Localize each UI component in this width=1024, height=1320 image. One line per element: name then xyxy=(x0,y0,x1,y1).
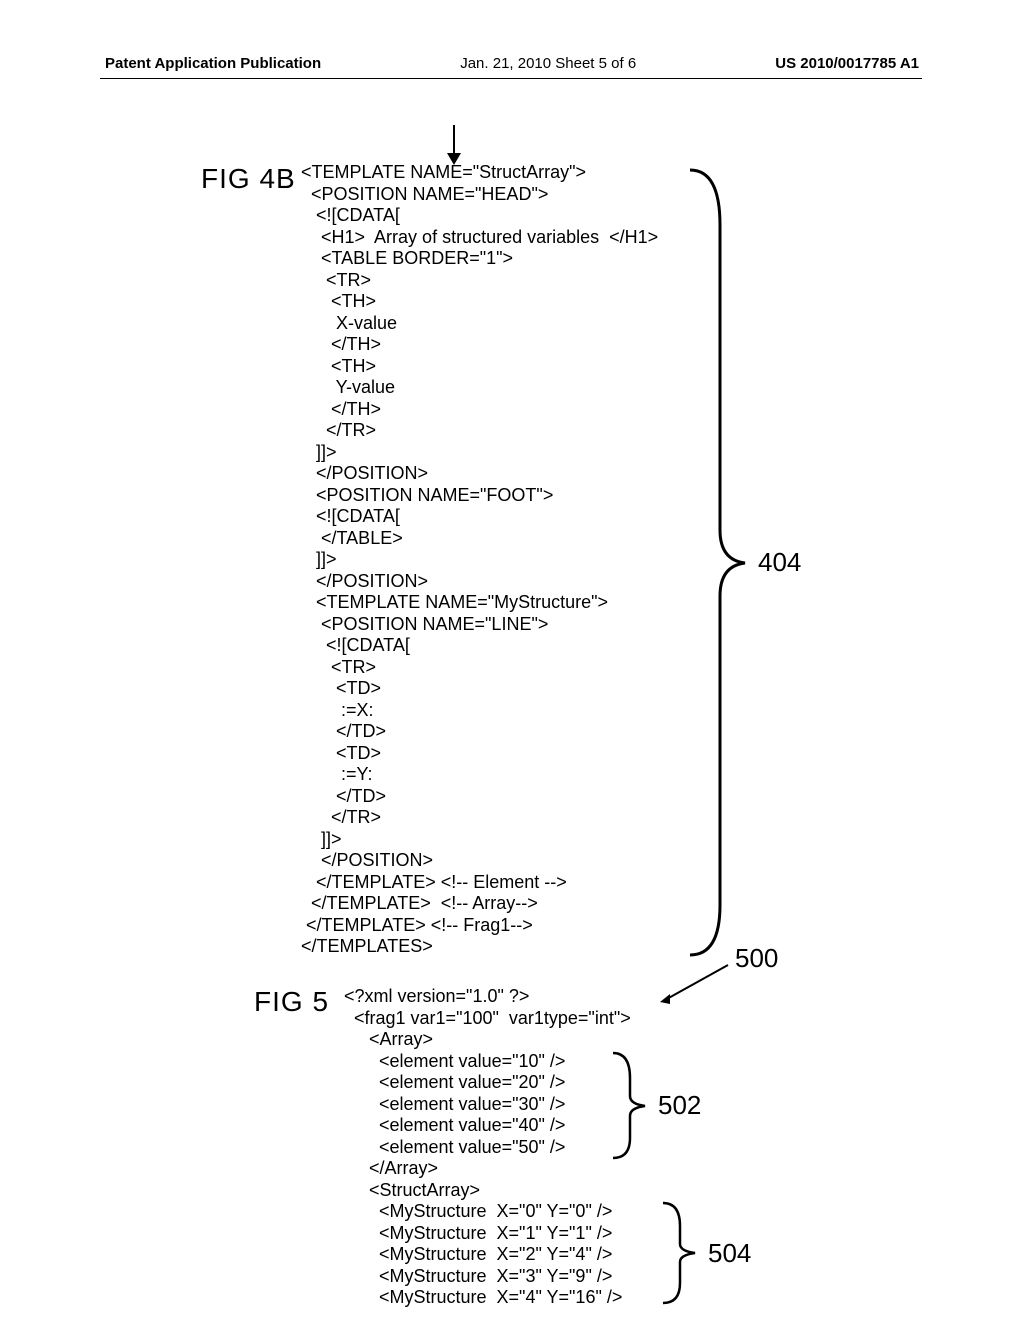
continuation-arrow-icon xyxy=(447,125,461,165)
figure-5-code: <?xml version="1.0" ?> <frag1 var1="100"… xyxy=(344,986,631,1309)
figure-4b-code: <TEMPLATE NAME="StructArray"> <POSITION … xyxy=(301,162,658,958)
header-left: Patent Application Publication xyxy=(0,55,321,72)
header-rule xyxy=(100,78,922,79)
callout-502: 502 xyxy=(658,1090,701,1121)
header-right: US 2010/0017785 A1 xyxy=(775,55,1024,72)
brace-502-icon xyxy=(605,1048,650,1163)
figure-4b-label: FIG 4B xyxy=(201,163,296,195)
callout-500-line-icon xyxy=(660,960,740,1005)
callout-500: 500 xyxy=(735,943,778,974)
brace-504-icon xyxy=(655,1198,700,1308)
brace-404-icon xyxy=(680,165,750,960)
callout-404: 404 xyxy=(758,547,801,578)
figure-5-label: FIG 5 xyxy=(254,986,329,1018)
callout-504: 504 xyxy=(708,1238,751,1269)
header-center: Jan. 21, 2010 Sheet 5 of 6 xyxy=(460,55,636,72)
page-header: Patent Application Publication Jan. 21, … xyxy=(0,55,1024,72)
